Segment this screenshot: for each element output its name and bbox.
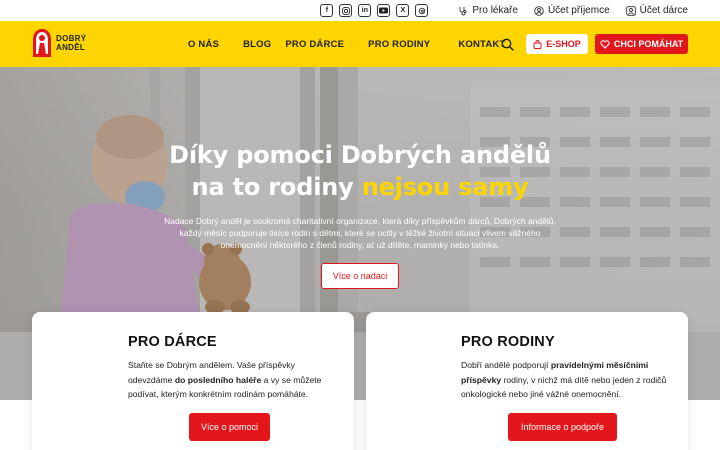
user-icon	[534, 5, 544, 16]
stethoscope-icon	[458, 6, 468, 16]
doctor-link-label: Pro lékaře	[472, 5, 518, 16]
shopping-bag-icon	[533, 39, 542, 49]
nav-item-contact[interactable]: KONTAKT	[458, 39, 505, 50]
threads-icon[interactable]	[415, 4, 429, 17]
search-icon[interactable]	[501, 38, 514, 51]
more-about-foundation-button[interactable]: Více o nadaci	[321, 263, 399, 289]
x-twitter-icon[interactable]: X	[396, 4, 410, 17]
card-donors-title: PRO DÁRCE	[128, 334, 217, 350]
hero-description: Nadace Dobrý anděl je soukromá charitati…	[164, 216, 556, 250]
user-square-icon	[625, 5, 636, 16]
hero-title-line-2: na to rodiny	[191, 173, 362, 201]
card-families: PRO RODINY Dobří andělé podporují pravid…	[366, 312, 688, 450]
nav-item-donors[interactable]: PRO DÁRCE	[285, 39, 344, 50]
card-donors: PRO DÁRCE Staňte se Dobrým andělem. Vaše…	[32, 312, 354, 450]
logo-line-1: DOBRÝ	[56, 34, 87, 43]
hero-title: Díky pomoci Dobrých andělů na to rodiny …	[0, 139, 720, 203]
donor-account-link[interactable]: Účet dárce	[625, 5, 688, 16]
linkedin-icon[interactable]: in	[358, 4, 372, 17]
top-utility-bar: f in X Pro lékaře Účet příjemce Účet dár…	[0, 0, 720, 21]
recipient-account-link[interactable]: Účet příjemce	[534, 5, 610, 16]
card-donors-text: Staňte se Dobrým andělem. Vaše příspěvky…	[128, 358, 338, 402]
donor-account-label: Účet dárce	[639, 5, 688, 16]
eshop-button-label: E-SHOP	[546, 39, 581, 49]
want-to-help-label: CHCI POMÁHAT	[613, 39, 684, 49]
nav-item-about[interactable]: O NÁS	[188, 39, 219, 50]
logo[interactable]: DOBRÝ ANDĚL	[32, 28, 86, 58]
want-to-help-button[interactable]: CHCI POMÁHAT	[595, 34, 688, 54]
doctor-link[interactable]: Pro lékaře	[458, 5, 518, 16]
nav-item-families[interactable]: PRO RODINY	[368, 39, 430, 50]
heart-icon	[600, 39, 610, 49]
main-menu: O NÁS BLOG PRO DÁRCE PRO RODINY KONTAKT	[188, 21, 529, 67]
logo-text: DOBRÝ ANDĚL	[56, 34, 86, 52]
eshop-button[interactable]: E-SHOP	[526, 34, 588, 54]
instagram-icon[interactable]	[339, 4, 353, 17]
angel-logo-icon	[33, 29, 51, 57]
card-donors-text-bold: do posledního haléře	[174, 374, 262, 385]
more-about-help-button[interactable]: Více o pomoci	[189, 413, 270, 441]
main-navbar: DOBRÝ ANDĚL O NÁS BLOG PRO DÁRCE PRO ROD…	[0, 21, 720, 67]
hero-title-line-1: Díky pomoci Dobrých andělů	[169, 141, 551, 169]
card-families-title: PRO RODINY	[461, 334, 555, 350]
card-families-text: Dobří andělé podporují pravidelnými měsí…	[461, 358, 671, 402]
nav-item-blog[interactable]: BLOG	[243, 39, 271, 50]
support-info-button[interactable]: Informace o podpoře	[508, 413, 617, 441]
social-links: f in X	[320, 4, 429, 17]
logo-line-2: ANDĚL	[56, 43, 86, 52]
recipient-account-label: Účet příjemce	[547, 5, 610, 16]
card-families-text-1: Dobří andělé podporují	[461, 360, 551, 370]
facebook-icon[interactable]: f	[320, 4, 334, 17]
youtube-icon[interactable]	[377, 4, 391, 17]
hero-title-highlight: nejsou samy	[361, 173, 529, 201]
